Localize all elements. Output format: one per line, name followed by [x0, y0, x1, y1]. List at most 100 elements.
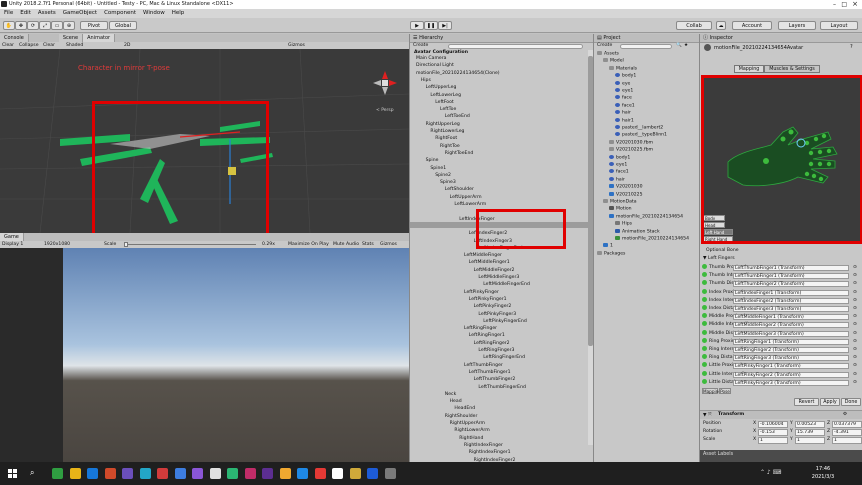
- finger-transform-field[interactable]: LeftMiddleFinger3 (Transform): [733, 330, 849, 337]
- hierarchy-search-input[interactable]: [448, 44, 583, 49]
- finger-transform-field[interactable]: LeftThumbFinger1 (Transform): [733, 265, 849, 271]
- taskbar-app-icon[interactable]: [297, 468, 308, 479]
- hierarchy-item[interactable]: LeftRingFinger3: [478, 348, 514, 353]
- transform-header[interactable]: ▼ ⤧ Transform ⚙: [700, 410, 862, 419]
- taskbar-app-icon[interactable]: [209, 468, 221, 479]
- hierarchy-item[interactable]: RightHand: [459, 436, 483, 441]
- hierarchy-item[interactable]: Head: [450, 399, 462, 404]
- hierarchy-item[interactable]: RightLowerArm: [454, 428, 489, 433]
- hierarchy-item[interactable]: Spine3: [440, 180, 456, 185]
- hierarchy-item[interactable]: LeftShoulder: [445, 187, 474, 192]
- project-item[interactable]: Hips: [615, 221, 632, 227]
- finger-transform-field[interactable]: LeftIndexFinger2 (Transform): [733, 297, 849, 304]
- tab-game[interactable]: Game: [0, 233, 24, 241]
- clock-date[interactable]: 2021/3/3: [803, 474, 843, 480]
- hierarchy-item[interactable]: LeftMiddleFinger1: [469, 260, 510, 265]
- taskbar-app-icon[interactable]: [52, 468, 63, 479]
- scale-y-field[interactable]: 1: [795, 437, 825, 444]
- scale-slider-thumb[interactable]: [124, 242, 128, 247]
- menu-gameobject[interactable]: GameObject: [63, 10, 97, 16]
- project-item[interactable]: Packages: [597, 250, 625, 256]
- hierarchy-item[interactable]: Directional Light: [416, 63, 454, 68]
- account-dropdown[interactable]: Account: [732, 21, 772, 30]
- taskbar-app-icon[interactable]: [192, 468, 203, 479]
- finger-transform-field[interactable]: LeftPinkyFinger1 (Transform): [733, 363, 849, 370]
- object-picker-icon[interactable]: ⊙: [853, 264, 857, 272]
- project-item[interactable]: Materials: [609, 65, 637, 71]
- menu-component[interactable]: Component: [104, 10, 136, 16]
- taskbar-app-icon[interactable]: [332, 468, 343, 479]
- hierarchy-item[interactable]: RightUpperLeg: [426, 122, 460, 127]
- taskbar-app-icon[interactable]: [384, 468, 396, 479]
- menu-window[interactable]: Window: [143, 10, 165, 16]
- console-clear-button[interactable]: Clear: [2, 42, 14, 49]
- project-item[interactable]: 1: [603, 243, 613, 249]
- hierarchy-item[interactable]: Spine: [426, 158, 439, 163]
- finger-transform-field[interactable]: LeftMiddleFinger2 (Transform): [733, 322, 849, 329]
- finger-transform-field[interactable]: LeftThumbFinger1 (Transform): [733, 273, 849, 280]
- object-picker-icon[interactable]: ⊙: [853, 354, 857, 362]
- maximize-on-play-button[interactable]: Maximize On Play: [288, 241, 329, 248]
- taskbar-app-icon[interactable]: [367, 468, 378, 479]
- filter-icon[interactable]: 🔍: [676, 43, 682, 48]
- finger-transform-field[interactable]: LeftRingFinger2 (Transform): [733, 347, 849, 353]
- project-item[interactable]: motionFile_20210224134654: [609, 213, 683, 219]
- mute-audio-button[interactable]: Mute Audio: [333, 241, 359, 248]
- hierarchy-item[interactable]: LeftMiddleFinger3: [478, 275, 519, 280]
- position-y-field[interactable]: 0.00523: [795, 421, 825, 428]
- taskbar-app-icon[interactable]: [87, 468, 98, 479]
- project-item[interactable]: motionFile_20210224134654: [615, 236, 689, 242]
- project-item[interactable]: V20210225: [609, 191, 643, 197]
- hierarchy-item[interactable]: motionFile_20210224134654(Clone): [416, 71, 500, 76]
- taskbar-app-icon[interactable]: [262, 468, 273, 479]
- hierarchy-item[interactable]: Spine1: [430, 166, 446, 171]
- minimize-icon[interactable]: –: [833, 1, 836, 8]
- hierarchy-item[interactable]: LeftToeEnd: [445, 114, 470, 119]
- project-item[interactable]: MotionData: [603, 199, 637, 205]
- hierarchy-item[interactable]: LeftRingFinger1: [469, 333, 505, 338]
- taskbar-app-icon[interactable]: [314, 468, 326, 479]
- position-x-field[interactable]: -0.106004: [758, 421, 788, 428]
- menu-help[interactable]: Help: [172, 10, 185, 16]
- hierarchy-item[interactable]: RightIndexFinger: [464, 443, 503, 448]
- help-icon[interactable]: ?: [850, 44, 853, 50]
- rotate-tool-icon[interactable]: ⟳: [27, 21, 39, 30]
- done-button[interactable]: Done: [841, 398, 861, 406]
- hierarchy-item[interactable]: Hips: [421, 78, 431, 83]
- hierarchy-item[interactable]: LeftMiddleFinger: [464, 253, 502, 258]
- tab-muscles-settings[interactable]: Muscles & Settings: [764, 65, 820, 73]
- finger-transform-field[interactable]: LeftMiddleFinger1 (Transform): [733, 314, 849, 321]
- hierarchy-item[interactable]: LeftRingFinger2: [474, 341, 510, 346]
- hierarchy-item[interactable]: LeftUpperLeg: [426, 85, 457, 90]
- pause-button[interactable]: ❚❚: [424, 21, 438, 30]
- hand-tool-icon[interactable]: ✋: [3, 21, 15, 30]
- hierarchy-item[interactable]: LeftLowerLeg: [430, 93, 461, 98]
- project-item[interactable]: Model: [603, 58, 624, 64]
- display-dropdown[interactable]: Display 1: [2, 241, 23, 248]
- layout-dropdown[interactable]: Layout: [820, 21, 858, 30]
- apply-button[interactable]: Apply: [820, 398, 840, 406]
- object-picker-icon[interactable]: ⊙: [853, 313, 857, 321]
- taskbar-app-icon[interactable]: [104, 468, 116, 479]
- hierarchy-item[interactable]: LeftMiddleFinger2: [474, 268, 515, 273]
- hierarchy-item[interactable]: LeftThumbFingerEnd: [478, 385, 526, 390]
- resolution-dropdown[interactable]: 1920x1080: [44, 241, 70, 248]
- project-item[interactable]: face1: [609, 169, 629, 175]
- scale-tool-icon[interactable]: ⤢: [39, 21, 51, 30]
- taskbar-app-icon[interactable]: [157, 468, 168, 479]
- hierarchy-item[interactable]: LeftPinkyFingerEnd: [483, 319, 527, 324]
- stats-button[interactable]: Stats: [362, 241, 374, 248]
- finger-transform-field[interactable]: LeftIndexFinger1 (Transform): [733, 289, 849, 296]
- hierarchy-item[interactable]: RightLowerLeg: [430, 129, 464, 134]
- pivot-button[interactable]: Pivot: [80, 21, 108, 30]
- hierarchy-item[interactable]: LeftThumbFinger2: [474, 377, 516, 382]
- project-item[interactable]: V20201030: [609, 184, 643, 190]
- rotation-y-field[interactable]: 15.739: [795, 429, 825, 436]
- project-item[interactable]: hair: [615, 110, 631, 116]
- object-picker-icon[interactable]: ⊙: [853, 297, 857, 305]
- hierarchy-item[interactable]: RightUpperArm: [450, 421, 485, 426]
- project-item[interactable]: pasted__lambert2: [615, 125, 663, 131]
- position-z-field[interactable]: 0.037379: [832, 421, 862, 428]
- windows-start-icon[interactable]: [8, 469, 17, 478]
- taskbar-app-icon[interactable]: [244, 468, 256, 479]
